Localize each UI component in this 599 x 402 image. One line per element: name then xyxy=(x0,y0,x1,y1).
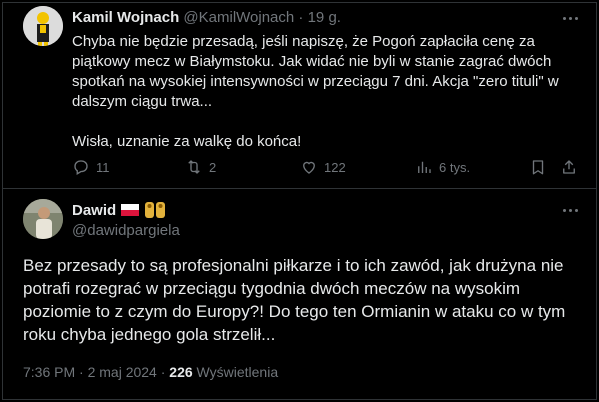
poland-flag-icon xyxy=(121,204,140,216)
more-icon[interactable] xyxy=(556,200,584,220)
tweet1-action-bar: 11 2 122 6 tys. xyxy=(72,158,582,180)
tweet2-views-label: Wyświetlenia xyxy=(192,364,279,380)
tweet2-view-count: 226 xyxy=(169,364,193,380)
tweet1-author-name[interactable]: Kamil Wojnach xyxy=(72,9,179,26)
tweet1-time[interactable]: 19 g. xyxy=(308,9,341,26)
share-icon xyxy=(563,160,575,174)
tweet2-author-handle[interactable]: @dawidpargiela xyxy=(72,222,180,239)
reply-count: 11 xyxy=(96,159,110,175)
views-count: 6 tys. xyxy=(439,159,471,175)
repost-button[interactable]: 2 xyxy=(185,158,216,176)
tweet2-text: Bez przesady to są profesjonalni piłkarz… xyxy=(23,256,566,344)
tweet2-timestamp[interactable]: 7:36 PM · 2 maj 2024 · xyxy=(23,364,169,380)
share-button[interactable] xyxy=(560,158,578,176)
bookmark-button[interactable] xyxy=(529,158,547,176)
tweet2-footer: 7:36 PM · 2 maj 2024 · 226 Wyświetlenia xyxy=(23,364,278,380)
tweet-divider xyxy=(3,188,596,189)
repost-icon xyxy=(188,160,200,174)
tweet1-text: Chyba nie będzie przesadą, jeśli napiszę… xyxy=(72,33,559,150)
views-button[interactable]: 6 tys. xyxy=(415,158,470,176)
like-count: 122 xyxy=(324,159,346,175)
reply-icon xyxy=(74,160,88,175)
bookmark-icon xyxy=(532,160,544,175)
tweet2-author-name[interactable]: Dawid xyxy=(72,202,116,219)
more-icon[interactable] xyxy=(556,8,584,28)
avatar-image xyxy=(23,199,63,239)
views-icon xyxy=(418,161,431,173)
tweet2-author: Dawid xyxy=(72,201,166,219)
avatar-kamil[interactable] xyxy=(23,6,63,46)
tweet1-header: Kamil Wojnach @KamilWojnach · 19 g. xyxy=(72,9,341,26)
repost-count: 2 xyxy=(209,159,217,175)
emoji-icon xyxy=(145,202,166,218)
avatar-image xyxy=(23,6,63,46)
like-button[interactable]: 122 xyxy=(300,158,346,176)
avatar-dawid[interactable] xyxy=(23,199,63,239)
like-icon xyxy=(303,161,315,174)
reply-button[interactable]: 11 xyxy=(72,158,110,176)
separator-dot: · xyxy=(298,9,304,26)
tweet1-author-handle[interactable]: @KamilWojnach xyxy=(183,9,294,26)
